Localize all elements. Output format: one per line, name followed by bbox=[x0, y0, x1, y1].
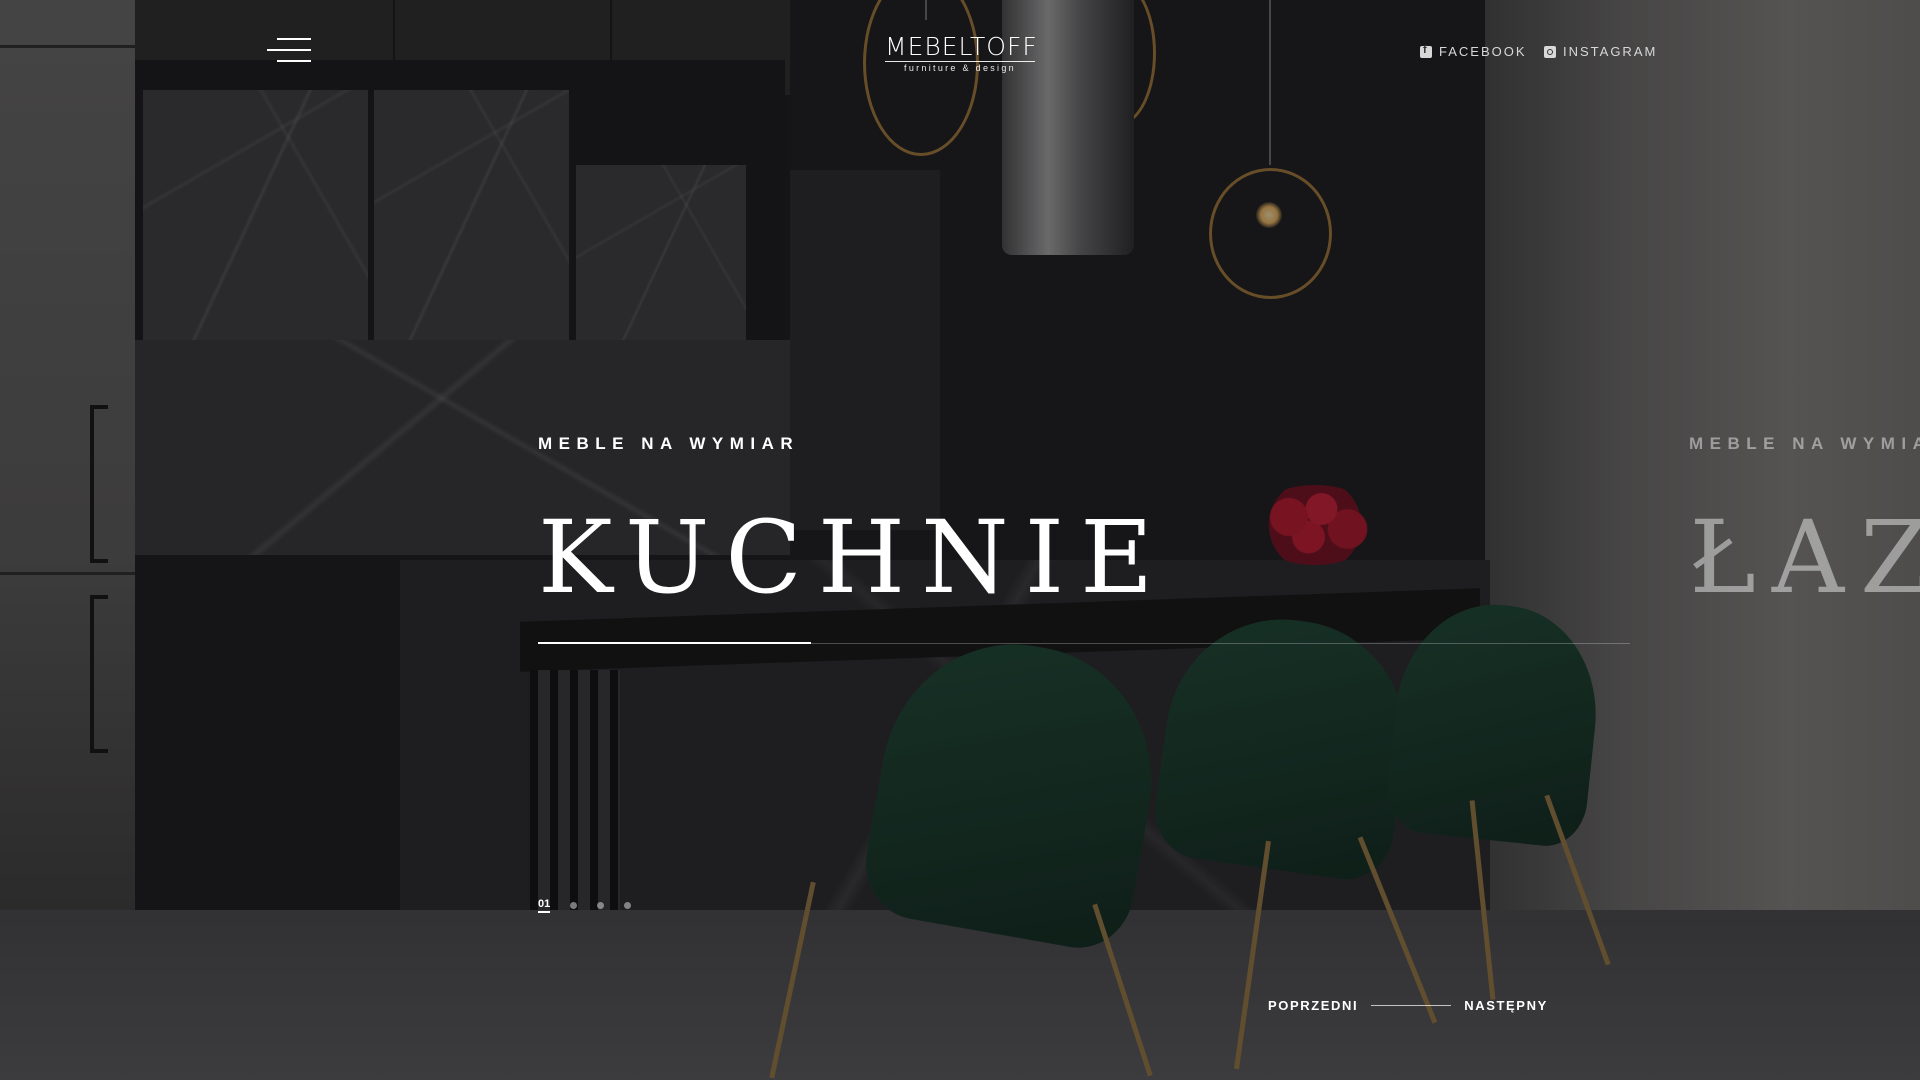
slider-navigation: POPRZEDNI NASTĘPNY bbox=[1268, 998, 1548, 1013]
next-slide-title: ŁAZ bbox=[1689, 499, 1920, 616]
brand-tagline: furniture & design bbox=[904, 63, 1016, 73]
brand-name: MEBELTOFF bbox=[885, 32, 1038, 62]
instagram-icon bbox=[1544, 45, 1556, 58]
slide-pagination: 01 bbox=[538, 898, 632, 913]
instagram-link[interactable]: INSTAGRAM bbox=[1544, 44, 1657, 59]
facebook-icon bbox=[1420, 44, 1432, 58]
facebook-label: FACEBOOK bbox=[1439, 44, 1527, 59]
pagination-dot[interactable] bbox=[597, 902, 605, 909]
instagram-label: INSTAGRAM bbox=[1563, 44, 1658, 59]
pagination-current[interactable]: 01 bbox=[538, 898, 551, 913]
slide-progress-bar bbox=[538, 642, 811, 644]
next-slide-eyebrow: MEBLE NA WYMIA bbox=[1689, 434, 1920, 453]
brand-logo[interactable]: MEBELTOFF furniture & design bbox=[885, 32, 1038, 73]
pagination-dot[interactable] bbox=[570, 902, 578, 909]
slide-eyebrow: MEBLE NA WYMIAR bbox=[538, 434, 800, 453]
slide-title[interactable]: KUCHNIE bbox=[538, 508, 1169, 608]
previous-slide-button[interactable]: POPRZEDNI bbox=[1268, 998, 1358, 1013]
nav-divider bbox=[1371, 1005, 1452, 1006]
hamburger-menu-button[interactable] bbox=[267, 38, 311, 66]
facebook-link[interactable]: FACEBOOK bbox=[1420, 44, 1527, 59]
next-slide-button[interactable]: NASTĘPNY bbox=[1464, 998, 1548, 1013]
pagination-dot[interactable] bbox=[624, 902, 632, 909]
